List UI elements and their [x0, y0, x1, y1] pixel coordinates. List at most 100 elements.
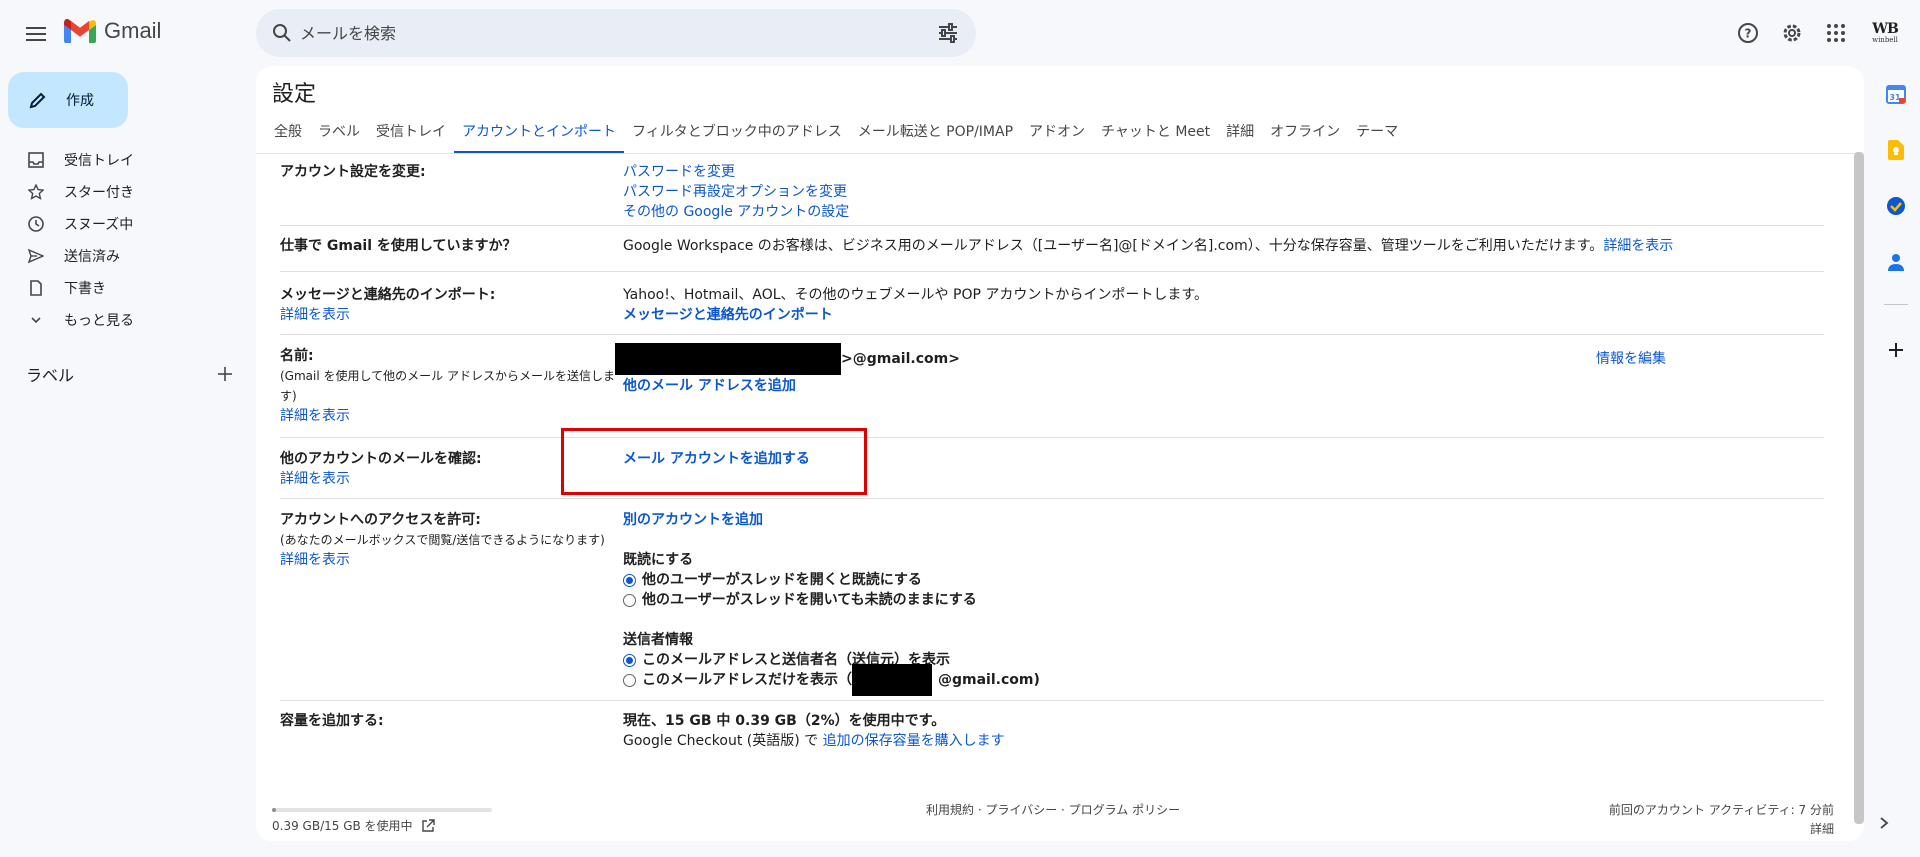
add-another-email-link[interactable]: 他のメール アドレスを追加	[623, 378, 796, 394]
tab-inbox[interactable]: 受信トレイ	[368, 114, 454, 154]
support-button[interactable]: ?	[1732, 17, 1764, 49]
google-account-settings-link[interactable]: その他の Google アカウントの設定	[623, 204, 849, 220]
tab-filters[interactable]: フィルタとブロック中のアドレス	[624, 114, 850, 154]
storage-progress-bar	[272, 808, 492, 812]
sidebar-item-sent[interactable]: 送信済み	[0, 240, 256, 272]
labels-heading: ラベル	[26, 366, 75, 385]
workspace-description: Google Workspace のお客様は、ビジネス用のメールアドレス（[ユー…	[623, 238, 1604, 254]
tab-forwarding[interactable]: メール転送と POP/IMAP	[850, 114, 1021, 154]
mark-read-option-open[interactable]: 他のユーザーがスレッドを開くと既読にする	[623, 570, 1040, 590]
setting-label-block: メッセージと連絡先のインポート: 詳細を表示	[280, 285, 620, 325]
tasks-icon	[1887, 197, 1905, 215]
name-details-link[interactable]: 詳細を表示	[280, 408, 350, 424]
tab-accounts-import[interactable]: アカウントとインポート	[454, 114, 624, 154]
change-recovery-options-link[interactable]: パスワード再設定オプションを変更	[623, 184, 847, 200]
tab-chat-meet[interactable]: チャットと Meet	[1093, 114, 1218, 154]
settings-button[interactable]	[1776, 17, 1808, 49]
sender-info-option-both[interactable]: このメールアドレスと送信者名（送信元）を表示	[623, 650, 1040, 670]
checkout-prefix: Google Checkout (英語版) で	[623, 733, 819, 749]
search-input[interactable]	[300, 9, 900, 57]
tab-offline[interactable]: オフライン	[1262, 114, 1348, 154]
file-icon	[30, 280, 42, 296]
open-in-new-icon[interactable]	[421, 818, 435, 833]
page-title: 設定	[272, 82, 317, 107]
sidebar-nav: 受信トレイ スター付き スヌーズ中 送信済み 下書き もっと見る	[0, 144, 256, 336]
compose-button[interactable]: 作成	[8, 72, 128, 128]
search-icon[interactable]	[270, 21, 294, 45]
tab-themes[interactable]: テーマ	[1348, 114, 1406, 154]
setting-row-storage: 容量を追加する: 現在、15 GB 中 0.39 GB（2%）を使用中です。 G…	[280, 711, 1824, 767]
workspace-details-link[interactable]: 詳細を表示	[1603, 238, 1673, 254]
sidebar-item-label: スヌーズ中	[64, 217, 134, 233]
add-another-account-link[interactable]: 別のアカウントを追加	[623, 512, 763, 528]
buy-storage-link[interactable]: 追加の保存容量を購入します	[823, 733, 1005, 749]
add-label-plus-icon[interactable]	[218, 367, 232, 381]
google-apps-button[interactable]	[1820, 17, 1852, 49]
gmail-logo-text: Gmail	[104, 18, 162, 43]
calendar-app-button[interactable]: 31	[1882, 80, 1910, 108]
setting-row-import: メッセージと連絡先のインポート: 詳細を表示 Yahoo!、Hotmail、AO…	[280, 285, 1824, 335]
setting-label: メッセージと連絡先のインポート:	[280, 287, 496, 303]
tab-advanced[interactable]: 詳細	[1218, 114, 1262, 154]
tab-addons[interactable]: アドオン	[1021, 114, 1093, 154]
help-icon: ?	[1738, 23, 1758, 43]
radio-button[interactable]	[623, 593, 636, 607]
footer-policy-links[interactable]: 利用規約 · プライバシー · プログラム ポリシー	[926, 801, 1180, 818]
top-bar: Gmail ? WB winbell	[0, 0, 1920, 66]
sender-info-heading: 送信者情報	[623, 632, 693, 648]
tab-labels[interactable]: ラベル	[310, 114, 368, 154]
setting-value: パスワードを変更 パスワード再設定オプションを変更 その他の Google アカ…	[623, 162, 849, 222]
import-description: Yahoo!、Hotmail、AOL、その他のウェブメールや POP アカウント…	[623, 287, 1208, 303]
contacts-app-button[interactable]	[1882, 248, 1910, 276]
keep-icon	[1888, 140, 1904, 160]
gmail-logo[interactable]: Gmail	[64, 18, 161, 44]
chevron-right-icon[interactable]	[1878, 816, 1890, 830]
send-icon	[28, 248, 44, 264]
star-icon	[28, 184, 44, 200]
tab-general[interactable]: 全般	[266, 114, 310, 154]
clock-icon	[28, 216, 44, 232]
setting-row-workspace: 仕事で Gmail を使用していますか？ Google Workspace のお…	[280, 236, 1824, 272]
radio-button-checked[interactable]	[623, 573, 636, 587]
account-mark: WB	[1872, 21, 1899, 37]
gear-icon	[1783, 24, 1801, 42]
edit-info-link[interactable]: 情報を編集	[1596, 346, 1666, 372]
grant-access-details-link[interactable]: 詳細を表示	[280, 552, 350, 568]
mark-read-option-unread[interactable]: 他のユーザーがスレッドを開いても未読のままにする	[623, 590, 1040, 610]
setting-value: >@gmail.com> 他のメール アドレスを追加	[615, 343, 960, 396]
settings-panel: 設定 全般 ラベル 受信トレイ アカウントとインポート フィルタとブロック中のア…	[256, 66, 1864, 841]
svg-text:31: 31	[1889, 93, 1901, 102]
activity-details-link[interactable]: 詳細	[1810, 822, 1834, 836]
keep-app-button[interactable]	[1882, 136, 1910, 164]
sender-email-suffix: @gmail.com)	[938, 672, 1040, 688]
gmail-m-icon	[64, 19, 96, 43]
storage-progress-fill	[272, 808, 277, 812]
radio-button[interactable]	[623, 673, 636, 687]
settings-tabs: 全般 ラベル 受信トレイ アカウントとインポート フィルタとブロック中のアドレス…	[266, 114, 1406, 154]
main-menu-button[interactable]	[20, 18, 52, 50]
sidebar-item-drafts[interactable]: 下書き	[0, 272, 256, 304]
get-addons-button[interactable]	[1882, 336, 1910, 364]
import-details-link[interactable]: 詳細を表示	[280, 307, 350, 323]
contacts-icon	[1888, 254, 1904, 271]
account-avatar[interactable]: WB winbell	[1866, 16, 1904, 50]
setting-label: 名前:	[280, 348, 314, 364]
side-panel-divider	[1884, 304, 1908, 305]
sidebar-item-snoozed[interactable]: スヌーズ中	[0, 208, 256, 240]
mark-read-heading: 既読にする	[623, 552, 694, 568]
radio-button-checked[interactable]	[623, 653, 636, 667]
sidebar-item-more[interactable]: もっと見る	[0, 304, 256, 336]
sender-info-option-address-only[interactable]: このメールアドレスだけを表示（ @gmail.com)	[623, 664, 1040, 696]
settings-footer: 0.39 GB/15 GB を使用中 利用規約 · プライバシー · プログラム…	[256, 801, 1864, 841]
sidebar-item-inbox[interactable]: 受信トレイ	[0, 144, 256, 176]
radio-label: 他のユーザーがスレッドを開くと既読にする	[642, 572, 922, 588]
search-options-icon[interactable]	[936, 21, 960, 45]
check-mail-details-link[interactable]: 詳細を表示	[280, 471, 350, 487]
tasks-app-button[interactable]	[1882, 192, 1910, 220]
change-password-link[interactable]: パスワードを変更	[623, 164, 735, 180]
import-messages-link[interactable]: メッセージと連絡先のインポート	[623, 307, 833, 323]
setting-value: Google Workspace のお客様は、ビジネス用のメールアドレス（[ユー…	[623, 236, 1673, 256]
settings-scrollbar[interactable]	[1854, 152, 1864, 824]
sidebar-item-starred[interactable]: スター付き	[0, 176, 256, 208]
sender-email: >@gmail.com>	[841, 351, 960, 367]
